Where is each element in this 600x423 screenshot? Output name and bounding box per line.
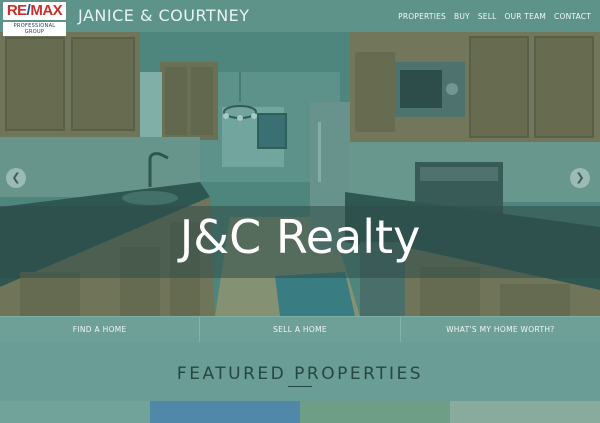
logo-text-b: MAX bbox=[30, 2, 63, 19]
hero-slider: J&C Realty ❮ ❯ bbox=[0, 32, 600, 316]
nav-contact[interactable]: CONTACT bbox=[554, 12, 591, 21]
find-a-home-link[interactable]: FIND A HOME bbox=[0, 317, 201, 342]
property-thumbnail[interactable] bbox=[450, 401, 600, 423]
sell-a-home-link[interactable]: SELL A HOME bbox=[200, 317, 401, 342]
nav-properties[interactable]: PROPERTIES bbox=[398, 12, 446, 21]
brand-name[interactable]: JANICE & COURTNEY bbox=[78, 6, 250, 25]
chevron-right-icon[interactable]: ❯ bbox=[570, 168, 590, 188]
site-header: RE/MAX PROFESSIONAL GROUP JANICE & COURT… bbox=[0, 0, 600, 36]
chevron-left-icon[interactable]: ❮ bbox=[6, 168, 26, 188]
main-nav: PROPERTIES BUY SELL OUR TEAM CONTACT bbox=[398, 0, 591, 32]
featured-properties-heading: FEATURED PROPERTIES bbox=[176, 364, 424, 384]
property-thumbnail[interactable] bbox=[0, 401, 150, 423]
home-worth-link[interactable]: WHAT'S MY HOME WORTH? bbox=[401, 317, 600, 342]
nav-our-team[interactable]: OUR TEAM bbox=[505, 12, 547, 21]
hero-title: J&C Realty bbox=[179, 210, 421, 264]
nav-sell[interactable]: SELL bbox=[478, 12, 497, 21]
property-thumbnail[interactable] bbox=[300, 401, 450, 423]
remax-logo[interactable]: RE/MAX PROFESSIONAL GROUP bbox=[3, 2, 66, 36]
nav-buy[interactable]: BUY bbox=[454, 12, 470, 21]
property-thumbnail[interactable] bbox=[150, 401, 300, 423]
logo-text-a: RE bbox=[6, 2, 27, 19]
heading-underline bbox=[288, 386, 312, 387]
quick-links-bar: FIND A HOME SELL A HOME WHAT'S MY HOME W… bbox=[0, 316, 600, 342]
logo-subtitle: PROFESSIONAL GROUP bbox=[3, 22, 66, 36]
featured-section: FEATURED PROPERTIES bbox=[0, 342, 600, 402]
featured-thumbnails bbox=[0, 401, 600, 423]
